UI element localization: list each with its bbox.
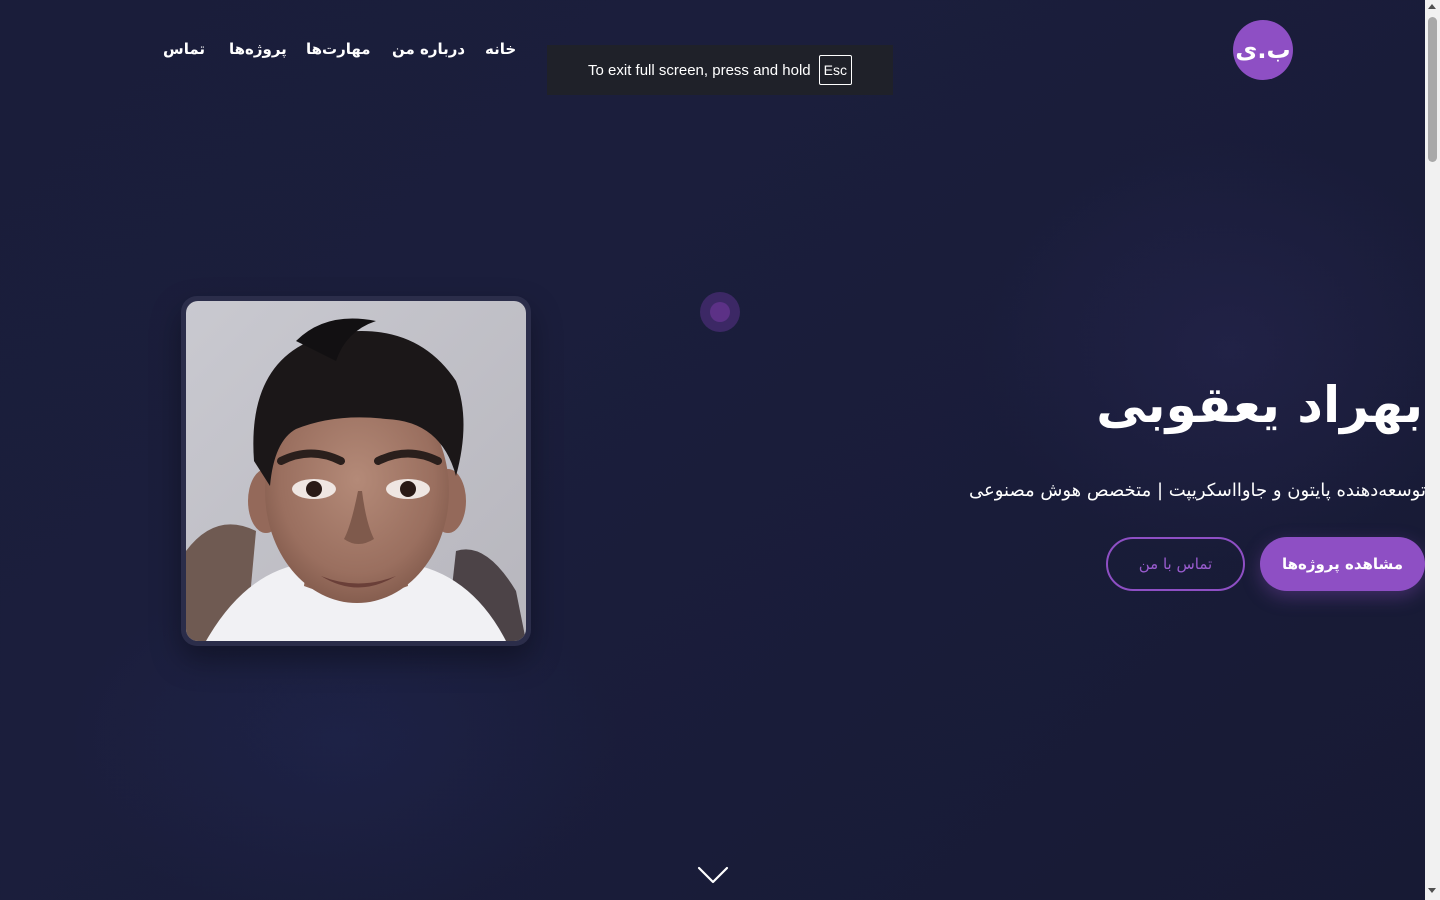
nav-item-projects[interactable]: پروژه‌ها [229, 40, 287, 58]
floating-dot [700, 292, 740, 332]
nav-item-about[interactable]: درباره من [392, 40, 465, 58]
site-logo[interactable]: ب.ی [1233, 20, 1293, 80]
nav-item-home[interactable]: خانه [485, 40, 516, 58]
fullscreen-exit-notice: To exit full screen, press and hold Esc [547, 45, 893, 95]
profile-photo [186, 301, 526, 641]
chevron-down-icon[interactable] [697, 864, 729, 886]
contact-me-button[interactable]: تماس با من [1106, 537, 1245, 591]
view-projects-button[interactable]: مشاهده پروژه‌ها [1260, 537, 1425, 591]
nav-item-contact[interactable]: تماس [163, 40, 205, 58]
hero-subtitle: توسعه‌دهنده پایتون و جاوااسکریپت | متخصص… [968, 480, 1426, 501]
scrollbar-thumb[interactable] [1428, 17, 1437, 162]
hero-name: بهراد یعقوبی [1096, 376, 1423, 434]
fullscreen-notice-text: To exit full screen, press and hold [588, 61, 811, 79]
scroll-up-arrow-icon[interactable] [1428, 4, 1436, 9]
page-scrollbar[interactable] [1425, 0, 1440, 900]
scroll-down-arrow-icon[interactable] [1428, 888, 1436, 893]
esc-key-hint: Esc [818, 55, 852, 85]
profile-photo-frame [181, 296, 531, 646]
nav-item-skills[interactable]: مهارت‌ها [306, 40, 371, 58]
